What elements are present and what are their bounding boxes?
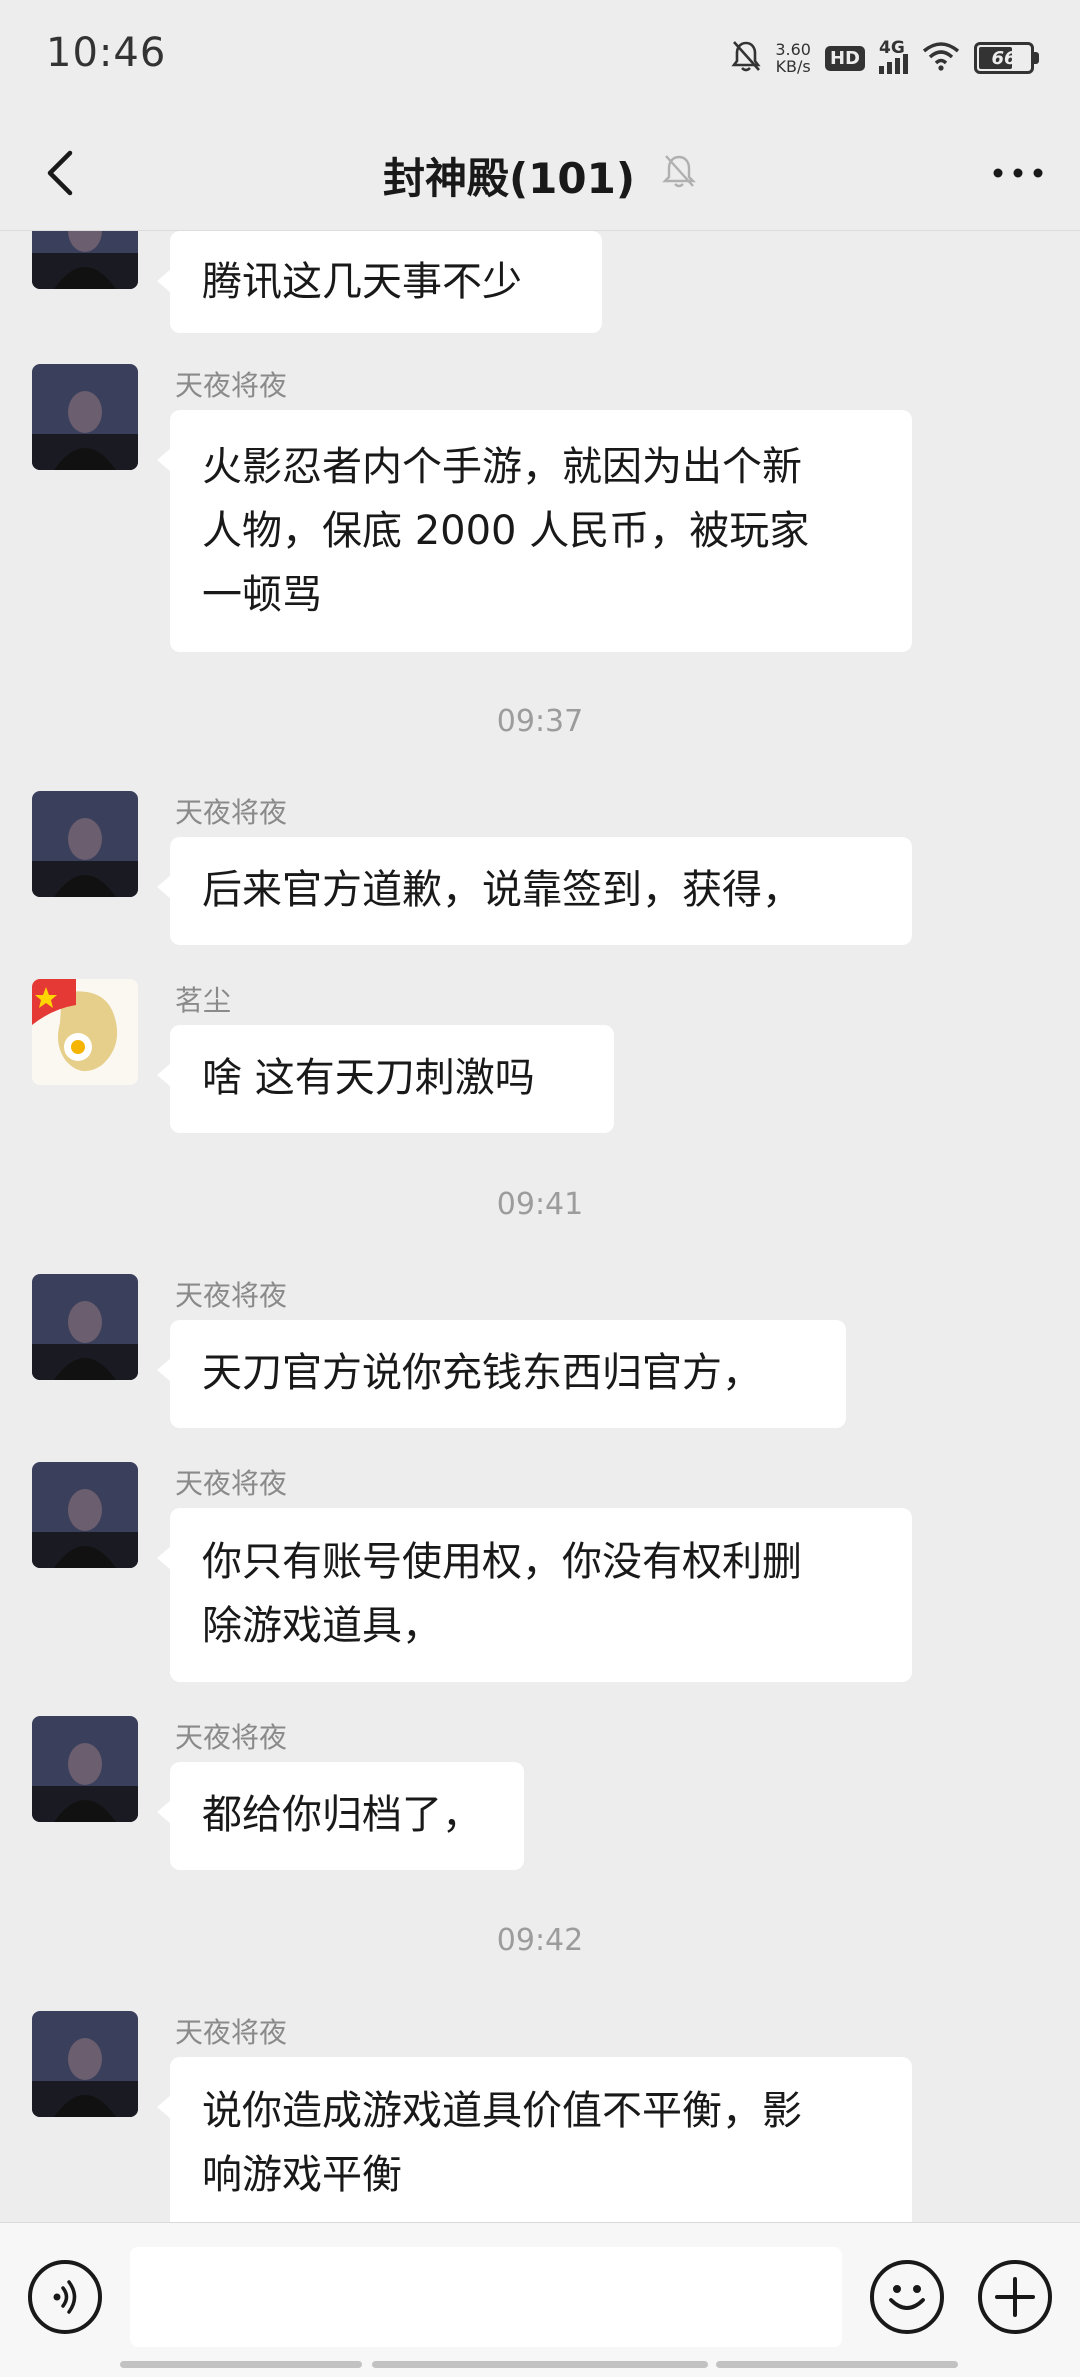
message-timestamp: 09:37 xyxy=(496,704,584,739)
message-bubble[interactable]: 你只有账号使用权，你没有权利删 除游戏道具， xyxy=(157,1508,912,1682)
message-bubble[interactable]: 都给你归档了， xyxy=(157,1762,524,1870)
message-input[interactable] xyxy=(130,2247,842,2347)
gesture-bar-left xyxy=(120,2361,362,2368)
avatar[interactable] xyxy=(32,364,138,470)
avatar-tianye xyxy=(32,791,138,897)
emoji-button[interactable] xyxy=(870,2260,944,2334)
chat-title: 封神殿(101) xyxy=(382,154,636,203)
chat-header: 封神殿(101) xyxy=(0,115,1080,231)
muted-bell-icon xyxy=(661,151,697,200)
avatar-tianye xyxy=(32,1716,138,1822)
more-button[interactable] xyxy=(986,141,1050,205)
message-timestamp: 09:42 xyxy=(496,1923,584,1958)
avatar-tianye xyxy=(32,364,138,470)
sender-name: 天夜将夜 xyxy=(175,2016,288,2049)
avatar-tianye xyxy=(32,231,138,289)
plus-button[interactable] xyxy=(978,2260,1052,2334)
wifi-icon xyxy=(922,41,960,75)
avatar[interactable] xyxy=(32,231,138,289)
emoji-icon xyxy=(889,2285,925,2310)
gesture-bar-center xyxy=(372,2361,708,2368)
message-timestamp: 09:41 xyxy=(496,1187,584,1222)
avatar[interactable] xyxy=(32,2011,138,2117)
sender-name: 天夜将夜 xyxy=(175,1279,288,1312)
avatar[interactable] xyxy=(32,1274,138,1380)
status-time: 10:46 xyxy=(46,30,167,76)
message-bubble[interactable]: 说你造成游戏道具价值不平衡，影 响游戏平衡 xyxy=(157,2057,912,2222)
sender-name: 天夜将夜 xyxy=(175,1721,288,1754)
plus-icon xyxy=(995,2277,1035,2317)
more-dots-icon xyxy=(993,168,1043,178)
gesture-bar-right xyxy=(716,2361,958,2368)
net-speed: 3.60 KB/s xyxy=(775,40,811,76)
sender-name: 茗尘 xyxy=(175,984,232,1017)
message-bubble[interactable]: 火影忍者内个手游，就因为出个新 人物，保底 2000 人民币，被玩家 一顿骂 xyxy=(157,410,912,652)
message-bubble[interactable]: 后来官方道歉，说靠签到，获得， xyxy=(157,837,912,945)
avatar-tianye xyxy=(32,2011,138,2117)
signal-icon: 4G xyxy=(879,38,908,74)
voice-icon xyxy=(53,2280,77,2314)
avatar[interactable] xyxy=(32,1462,138,1568)
sender-name: 天夜将夜 xyxy=(175,369,288,402)
chat-message-list[interactable]: 腾讯这几天事不少 天夜将夜 火影忍者内个手游，就因为出个新 人物，保底 2000… xyxy=(0,231,1080,2222)
mute-icon xyxy=(731,39,761,77)
status-bar: 10:46 3.60 KB/s HD 4G 66 xyxy=(0,0,1080,115)
status-icons: 3.60 KB/s HD 4G 66 xyxy=(731,36,1039,80)
avatar[interactable] xyxy=(32,979,138,1085)
battery-icon: 66 xyxy=(974,42,1039,74)
input-bar xyxy=(0,2222,1080,2377)
voice-button[interactable] xyxy=(28,2260,102,2334)
avatar-mingchen xyxy=(32,979,138,1085)
avatar[interactable] xyxy=(32,1716,138,1822)
avatar-tianye xyxy=(32,1274,138,1380)
sender-name: 天夜将夜 xyxy=(175,1467,288,1500)
message-bubble[interactable]: 啥 这有天刀刺激吗 xyxy=(157,1025,614,1133)
hd-icon: HD xyxy=(824,45,865,71)
message-bubble[interactable]: 天刀官方说你充钱东西归官方， xyxy=(157,1320,846,1428)
avatar-tianye xyxy=(32,1462,138,1568)
avatar[interactable] xyxy=(32,791,138,897)
message-bubble[interactable]: 腾讯这几天事不少 xyxy=(157,231,602,333)
sender-name: 天夜将夜 xyxy=(175,796,288,829)
